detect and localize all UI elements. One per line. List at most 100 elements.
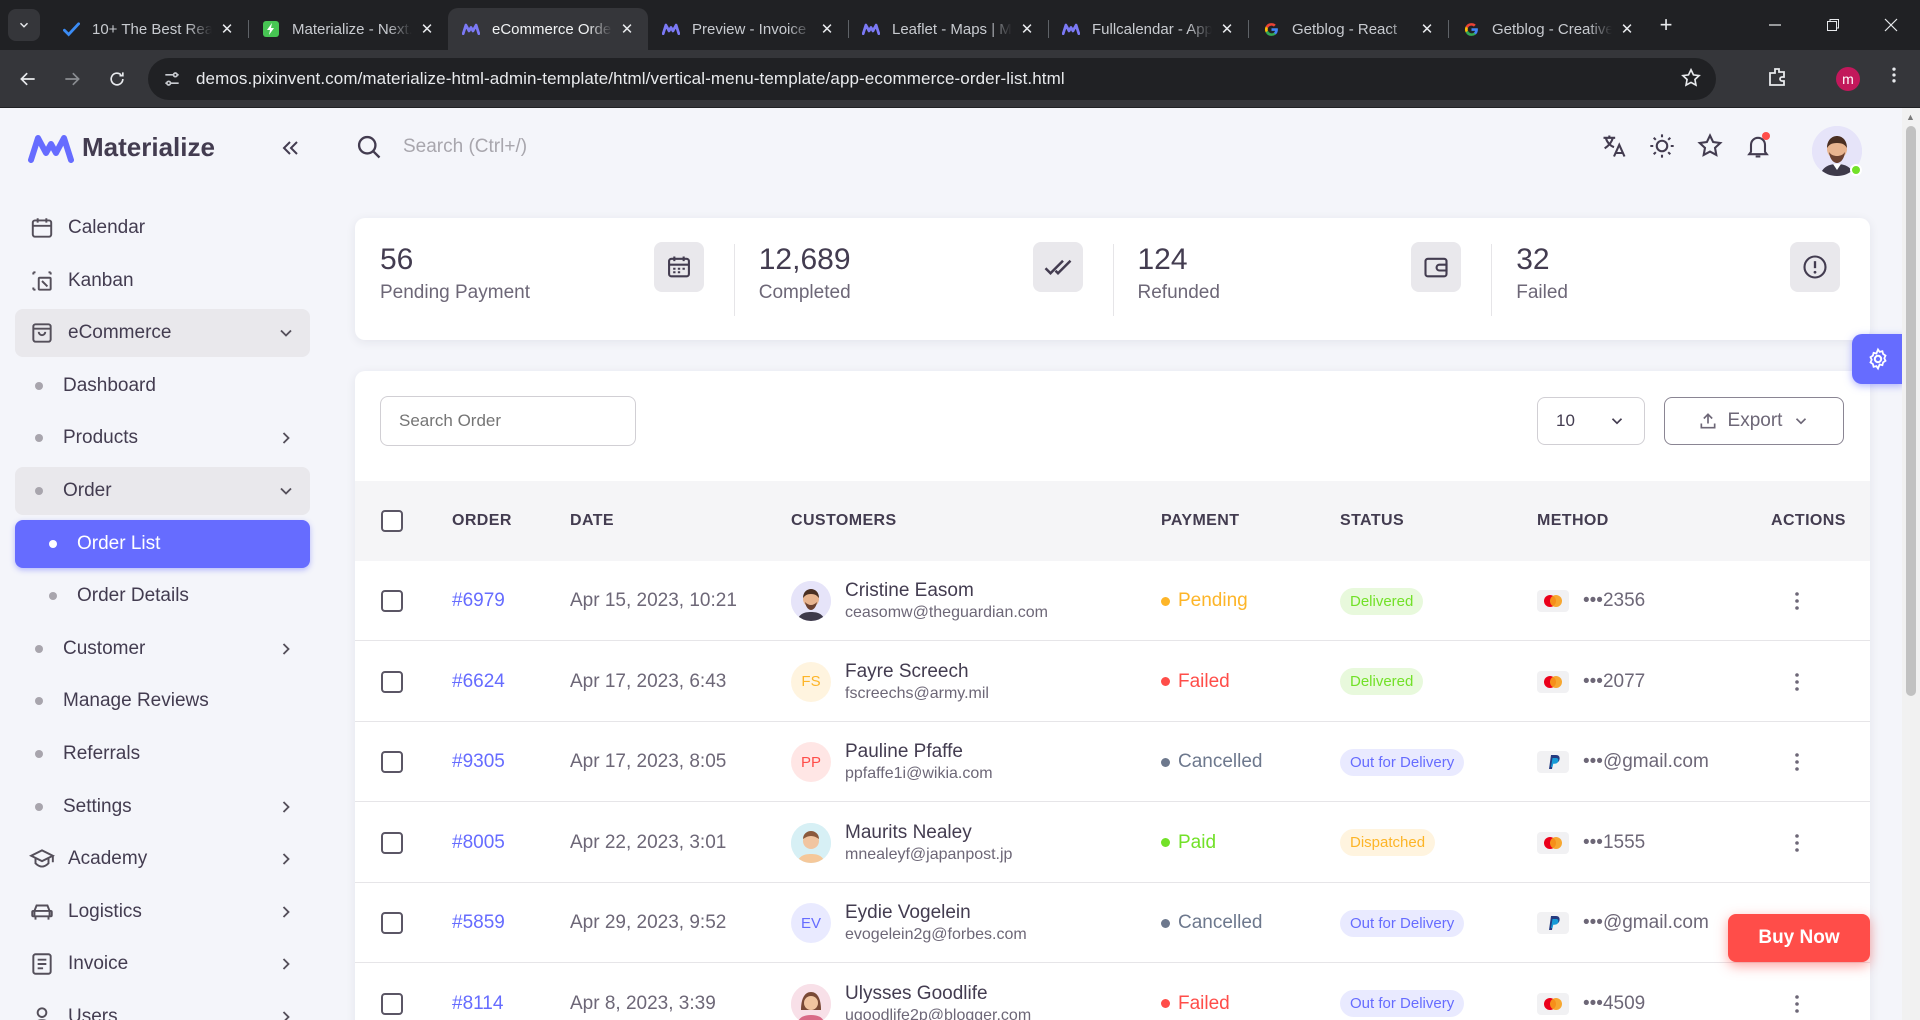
sidebar-item-ecommerce[interactable]: eCommerce [15, 309, 310, 358]
browser-tab[interactable]: Getblog - Creative ✕ [1448, 8, 1648, 50]
extensions-icon[interactable] [1766, 65, 1790, 89]
close-tab-icon[interactable]: ✕ [418, 20, 436, 38]
sidebar-item-products[interactable]: Products [15, 414, 310, 462]
table-row[interactable]: #6624 Apr 17, 2023, 6:43 FS Fayre Screech fs… [355, 642, 1870, 722]
browser-tab[interactable]: 10+ The Best React ✕ [48, 8, 248, 50]
close-tab-icon[interactable]: ✕ [1018, 20, 1036, 38]
column-header-date[interactable]: DATE [570, 512, 614, 530]
sidebar-item-academy[interactable]: Academy [15, 835, 310, 883]
page-scrollbar[interactable]: ▲ [1902, 108, 1920, 1020]
sidebar-item-dashboard[interactable]: Dashboard [15, 362, 310, 410]
customer-cell[interactable]: Maurits Nealey mnealeyf@japanpost.jp [791, 803, 1012, 883]
order-id-link[interactable]: #5859 [452, 912, 505, 934]
column-header-order[interactable]: ORDER [452, 512, 512, 530]
reload-button[interactable] [103, 65, 131, 93]
row-checkbox[interactable] [381, 751, 403, 773]
order-id-link[interactable]: #8114 [452, 993, 503, 1015]
tab-search-button[interactable] [8, 9, 40, 41]
close-tab-icon[interactable]: ✕ [818, 20, 836, 38]
browser-tab[interactable]: Preview - Invoice ✕ [648, 8, 848, 50]
profile-avatar[interactable]: m [1836, 67, 1860, 91]
sidebar-item-order-details[interactable]: Order Details [15, 572, 310, 620]
more-vertical-icon[interactable] [1785, 750, 1809, 774]
sidebar-item-calendar[interactable]: Calendar [15, 204, 310, 252]
close-tab-icon[interactable]: ✕ [1618, 20, 1636, 38]
sidebar-item-users[interactable]: Users [15, 993, 310, 1020]
sidebar-item-customer[interactable]: Customer [15, 625, 310, 673]
sidebar-item-order-list[interactable]: Order List [15, 519, 310, 568]
page-size-select[interactable]: 10 [1537, 397, 1645, 445]
brand[interactable]: Materialize [28, 132, 215, 163]
table-row[interactable]: #9305 Apr 17, 2023, 8:05 PP Pauline Pfaffe p… [355, 722, 1870, 802]
more-vertical-icon[interactable] [1785, 670, 1809, 694]
browser-tab[interactable]: Getblog - React ✕ [1248, 8, 1448, 50]
customer-cell[interactable]: EV Eydie Vogelein evogelein2g@forbes.com [791, 883, 1027, 963]
site-settings-icon[interactable] [162, 69, 182, 89]
notifications-button[interactable] [1744, 132, 1772, 160]
sidebar-item-kanban[interactable]: Kanban [15, 257, 310, 305]
translate-icon[interactable] [1600, 132, 1628, 160]
row-checkbox[interactable] [381, 670, 403, 693]
table-row[interactable]: #8005 Apr 22, 2023, 3:01 Maurits Nealey mne… [355, 803, 1870, 883]
back-button[interactable] [14, 65, 42, 93]
sun-icon[interactable] [1648, 132, 1676, 160]
browser-tab[interactable]: Leaflet - Maps | M ✕ [848, 8, 1048, 50]
sidebar-item-invoice[interactable]: Invoice [15, 940, 310, 988]
scrollbar-thumb[interactable] [1906, 126, 1916, 696]
close-tab-icon[interactable]: ✕ [218, 20, 236, 38]
more-vertical-icon[interactable] [1785, 589, 1809, 613]
row-checkbox[interactable] [381, 992, 403, 1015]
column-header-status[interactable]: STATUS [1340, 512, 1404, 530]
table-row[interactable]: #5859 Apr 29, 2023, 9:52 EV Eydie Vogelein e… [355, 883, 1870, 963]
customer-cell[interactable]: PP Pauline Pfaffe ppfaffe1i@wikia.com [791, 722, 993, 802]
search-icon[interactable] [355, 133, 383, 161]
browser-tab[interactable]: eCommerce Order List ✕ [448, 8, 648, 50]
bookmark-star-icon[interactable] [1680, 67, 1702, 89]
close-tab-icon[interactable]: ✕ [618, 20, 636, 38]
export-button[interactable]: Export [1664, 397, 1844, 445]
close-tab-icon[interactable]: ✕ [1218, 20, 1236, 38]
new-tab-button[interactable]: + [1650, 9, 1682, 41]
row-checkbox[interactable] [381, 831, 403, 854]
close-window-button[interactable] [1862, 0, 1920, 50]
sidebar-item-logistics[interactable]: Logistics [15, 888, 310, 936]
customer-cell[interactable]: FS Fayre Screech fscreechs@army.mil [791, 642, 989, 722]
sidebar-item-referrals[interactable]: Referrals [15, 730, 310, 778]
customer-cell[interactable]: Cristine Easom ceasomw@theguardian.com [791, 561, 1048, 641]
forward-button[interactable] [58, 65, 86, 93]
column-header-customers[interactable]: CUSTOMERS [791, 512, 897, 530]
order-id-link[interactable]: #6624 [452, 671, 505, 693]
table-row[interactable]: #6979 Apr 15, 2023, 10:21 Cristine Easom ce… [355, 561, 1870, 641]
row-checkbox[interactable] [381, 912, 403, 934]
row-checkbox[interactable] [381, 590, 403, 612]
browser-tab[interactable]: Materialize - Next.js ✕ [248, 8, 448, 50]
select-all-checkbox[interactable] [381, 510, 403, 532]
browser-menu-button[interactable] [1884, 65, 1904, 91]
more-vertical-icon[interactable] [1785, 992, 1809, 1016]
tab-title: Preview - Invoice [692, 20, 807, 38]
more-vertical-icon[interactable] [1785, 831, 1809, 855]
order-id-link[interactable]: #8005 [452, 832, 505, 854]
column-header-payment[interactable]: PAYMENT [1161, 512, 1239, 530]
customer-cell[interactable]: Ulysses Goodlife ugoodlife2p@blogger.com [791, 964, 1031, 1020]
sidebar-item-settings[interactable]: Settings [15, 783, 310, 831]
column-header-method[interactable]: METHOD [1537, 512, 1609, 530]
minimize-button[interactable] [1746, 0, 1804, 50]
order-search-input[interactable] [380, 396, 636, 446]
global-search-input[interactable]: Search (Ctrl+/) [403, 136, 527, 158]
restore-button[interactable] [1804, 0, 1862, 50]
scroll-up-arrow-icon[interactable]: ▲ [1906, 112, 1915, 122]
buy-now-button[interactable]: Buy Now [1728, 914, 1870, 962]
sidebar-item-order[interactable]: Order [15, 466, 310, 515]
close-tab-icon[interactable]: ✕ [1418, 20, 1436, 38]
sidebar-item-manage-reviews[interactable]: Manage Reviews [15, 677, 310, 725]
address-bar[interactable]: demos.pixinvent.com/materialize-html-adm… [148, 58, 1716, 100]
star-icon[interactable] [1696, 132, 1724, 160]
browser-tab[interactable]: Fullcalendar - App ✕ [1048, 8, 1248, 50]
customer-name: Pauline Pfaffe [845, 741, 963, 762]
table-row[interactable]: #8114 Apr 8, 2023, 3:39 Ulysses Goodlife ug… [355, 964, 1870, 1020]
order-id-link[interactable]: #9305 [452, 751, 505, 773]
template-customizer-button[interactable] [1852, 334, 1904, 384]
collapse-sidebar-icon[interactable] [278, 136, 302, 160]
order-id-link[interactable]: #6979 [452, 590, 505, 612]
